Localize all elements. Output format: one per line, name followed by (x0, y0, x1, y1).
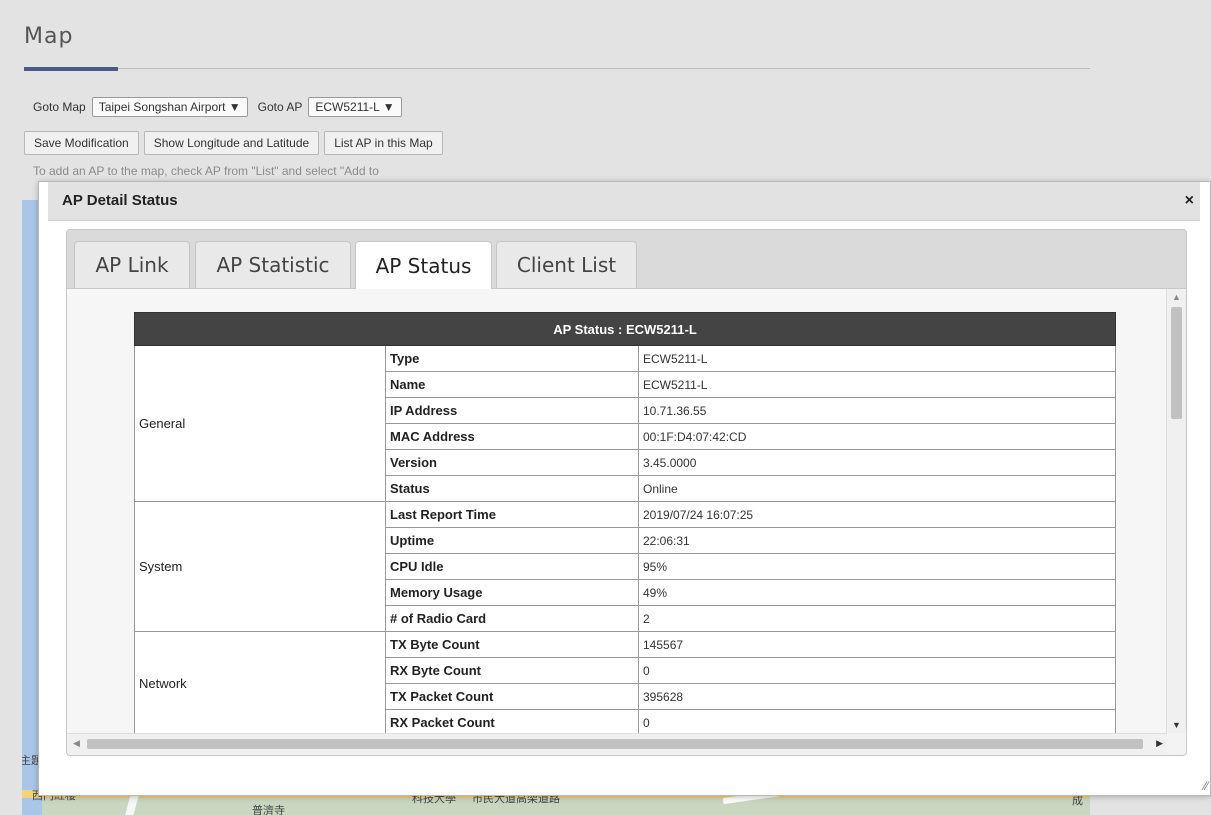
category-general: General (134, 345, 386, 502)
goto-map-label: Goto Map (33, 100, 86, 114)
tab-ap-statistic[interactable]: AP Statistic (195, 241, 351, 288)
field-label: IP Address (385, 397, 639, 424)
vertical-scrollbar[interactable]: ▲ ▼ (1166, 289, 1186, 733)
title-accent-bar (24, 67, 118, 71)
field-label: RX Byte Count (385, 657, 639, 684)
map-toolbar: Save Modification Show Longitude and Lat… (24, 131, 443, 155)
dialog-header[interactable]: AP Detail Status × (48, 182, 1200, 221)
tab-ap-status[interactable]: AP Status (355, 241, 492, 290)
goto-ap-label: Goto AP (257, 100, 303, 114)
horizontal-scrollbar[interactable]: ◀ ▶ (67, 733, 1167, 753)
tab-panel: AP Link AP Statistic AP Status Client Li… (66, 229, 1187, 756)
field-value: 3.45.0000 (638, 449, 1116, 476)
category-network: Network (134, 631, 386, 733)
field-label: Last Report Time (385, 501, 639, 528)
field-value: 00:1F:D4:07:42:CD (638, 423, 1116, 450)
tab-client-list[interactable]: Client List (496, 241, 637, 288)
scroll-up-icon[interactable]: ▲ (1172, 292, 1181, 302)
category-system: System (134, 501, 386, 632)
field-label: # of Radio Card (385, 605, 639, 632)
vertical-scroll-thumb[interactable] (1171, 307, 1182, 419)
map-hint-text: To add an AP to the map, check AP from "… (33, 164, 379, 178)
horizontal-scroll-thumb[interactable] (87, 739, 1143, 749)
field-label: TX Byte Count (385, 631, 639, 658)
ap-detail-status-dialog: AP Detail Status × AP Link AP Statistic … (38, 181, 1211, 796)
field-value: 395628 (638, 683, 1116, 710)
table-row: General Type ECW5211-L (134, 345, 1116, 502)
tab-ap-link[interactable]: AP Link (74, 241, 190, 288)
table-header: AP Status : ECW5211-L (134, 312, 1116, 346)
scroll-right-icon[interactable]: ▶ (1156, 738, 1163, 749)
field-value: 0 (638, 657, 1116, 684)
field-label: MAC Address (385, 423, 639, 450)
field-label: Type (385, 345, 639, 372)
scroll-down-icon[interactable]: ▼ (1172, 720, 1181, 730)
field-value: 145567 (638, 631, 1116, 658)
field-value: 49% (638, 579, 1116, 606)
resize-handle-icon[interactable]: ⁄⁄ (1204, 779, 1208, 793)
save-modification-button[interactable]: Save Modification (24, 131, 139, 155)
goto-map-select[interactable]: Taipei Songshan Airport ▼ (91, 97, 248, 117)
field-value: ECW5211-L (638, 345, 1116, 372)
field-label: Name (385, 371, 639, 398)
field-value: Online (638, 475, 1116, 502)
field-value: ECW5211-L (638, 371, 1116, 398)
table-row: System Last Report Time 2019/07/24 16:07… (134, 501, 1116, 632)
tab-bar: AP Link AP Statistic AP Status Client Li… (67, 230, 1186, 290)
field-label: Status (385, 475, 639, 502)
field-value: 2019/07/24 16:07:25 (638, 501, 1116, 528)
field-value: 95% (638, 553, 1116, 580)
dialog-title: AP Detail Status (62, 192, 178, 209)
tab-content-ap-status: AP Status : ECW5211-L General Type ECW52… (67, 289, 1167, 733)
field-label: RX Packet Count (385, 709, 639, 733)
page-title: Map (24, 24, 74, 49)
map-label: 普濟寺 (252, 804, 285, 815)
table-row: Network TX Byte Count 145567 (134, 631, 1116, 733)
field-label: Version (385, 449, 639, 476)
show-longitude-latitude-button[interactable]: Show Longitude and Latitude (143, 131, 320, 155)
scroll-left-icon[interactable]: ◀ (73, 738, 80, 749)
ap-status-table: AP Status : ECW5211-L General Type ECW52… (134, 312, 1116, 733)
title-divider (24, 68, 1090, 69)
field-value: 0 (638, 709, 1116, 733)
field-value: 22:06:31 (638, 527, 1116, 554)
field-label: Uptime (385, 527, 639, 554)
field-value: 2 (638, 605, 1116, 632)
field-label: TX Packet Count (385, 683, 639, 710)
close-icon[interactable]: × (1185, 192, 1194, 210)
field-label: Memory Usage (385, 579, 639, 606)
list-ap-button[interactable]: List AP in this Map (324, 131, 443, 155)
goto-ap-select[interactable]: ECW5211-L ▼ (308, 97, 402, 117)
field-label: CPU Idle (385, 553, 639, 580)
goto-row: Goto Map Taipei Songshan Airport ▼ Goto … (33, 97, 402, 117)
field-value: 10.71.36.55 (638, 397, 1116, 424)
